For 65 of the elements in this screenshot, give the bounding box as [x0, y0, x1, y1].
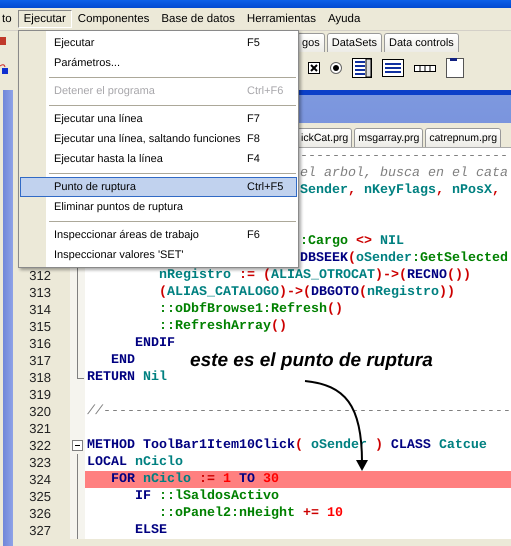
palette-tab[interactable]: DataSets	[326, 33, 382, 52]
code-line: RETURN Nil	[87, 370, 167, 385]
palette-tab[interactable]: gos	[297, 33, 325, 52]
code-line: el arbol, busca en el cata	[300, 166, 508, 181]
fold-end-line	[77, 369, 84, 379]
radio-icon[interactable]	[330, 62, 342, 74]
line-number: 315	[29, 319, 51, 334]
code-line: --------------------------	[300, 149, 508, 164]
list-icon[interactable]	[382, 59, 404, 77]
line-number: 312	[29, 268, 51, 283]
menu-bar-item[interactable]: Base de datos	[155, 10, 241, 28]
menu-item[interactable]: Ejecutar F5	[20, 33, 297, 53]
menu-item[interactable]: Eliminar puntos de ruptura	[20, 197, 297, 217]
palette-tab[interactable]: Data controls	[384, 33, 459, 52]
collapse-icon[interactable]	[72, 440, 83, 451]
code-line: ELSE	[134, 523, 167, 538]
line-number: 327	[29, 523, 51, 538]
code-line: ::oPanel2:nHeight += 10	[158, 506, 343, 521]
line-number: 313	[29, 285, 51, 300]
line-number: 320	[29, 404, 51, 419]
line-number: 321	[29, 421, 51, 436]
code-line: (ALIAS_CATALOGO)->(DBGOTO(nRegistro))	[158, 285, 455, 300]
annotation-text: este es el punto de ruptura	[190, 350, 433, 372]
checkbox-icon[interactable]	[308, 62, 320, 74]
line-number: 326	[29, 506, 51, 521]
menu-item[interactable]: Ejecutar una línea, saltando funciones F8	[20, 129, 297, 149]
listbox-icon[interactable]	[352, 58, 372, 78]
code-line: nRegistro := (ALIAS_OTROCAT)->(RECNO())	[158, 268, 471, 283]
code-line: IF ::lSaldosActivo	[134, 489, 279, 504]
code-line: Sender, nKeyFlags, nPosX,	[300, 183, 500, 198]
menu-item[interactable]: Ejecutar hasta la línea F4	[20, 149, 297, 169]
line-number: 318	[29, 370, 51, 385]
line-number: 323	[29, 455, 51, 470]
menu-item[interactable]: Inspeccionar valores 'SET'	[20, 245, 297, 265]
toolbar-icon[interactable]	[0, 63, 8, 75]
code-line: ::oDbfBrowse1:Refresh()	[158, 302, 343, 317]
editor-tab[interactable]: ickCat.prg	[297, 128, 352, 147]
code-line: DBSEEK(oSender:GetSelected	[300, 251, 508, 266]
line-number: 314	[29, 302, 51, 317]
line-number: 319	[29, 387, 51, 402]
code-line: ::RefreshArray()	[158, 319, 287, 334]
pager-icon[interactable]	[414, 64, 436, 72]
line-number: 316	[29, 336, 51, 351]
menu-bar-item[interactable]: to	[0, 10, 18, 28]
code-line: END	[110, 353, 135, 368]
menu-item[interactable]: Ejecutar una línea F7	[20, 109, 297, 129]
line-number: 317	[29, 353, 51, 368]
menu-item[interactable]: Parámetros...	[20, 53, 297, 73]
code-line: :Cargo <> NIL	[300, 234, 404, 249]
menu-bar-item[interactable]: Herramientas	[240, 10, 322, 28]
line-number: 325	[29, 489, 51, 504]
frame-icon[interactable]	[446, 58, 464, 78]
code-line: LOCAL nCiclo	[87, 455, 183, 470]
line-number: 322	[29, 438, 51, 453]
menu-bar-item[interactable]: Componentes	[72, 10, 156, 28]
menu-item[interactable]: Punto de ruptura Ctrl+F5	[20, 177, 297, 197]
menu-bar-item[interactable]: Ayuda	[322, 10, 366, 28]
code-line: ENDIF	[134, 336, 175, 351]
code-line: FOR nCiclo := 1 TO 30	[110, 472, 279, 487]
menu-bar-item[interactable]: Ejecutar	[18, 10, 72, 28]
menu-item[interactable]: Inspeccionar áreas de trabajo F6	[20, 225, 297, 245]
editor-tab[interactable]: msgarray.prg	[354, 128, 424, 147]
line-number: 324	[29, 472, 51, 487]
editor-tab[interactable]: catrepnum.prg	[425, 128, 502, 147]
toolbar-icon[interactable]	[0, 35, 8, 47]
